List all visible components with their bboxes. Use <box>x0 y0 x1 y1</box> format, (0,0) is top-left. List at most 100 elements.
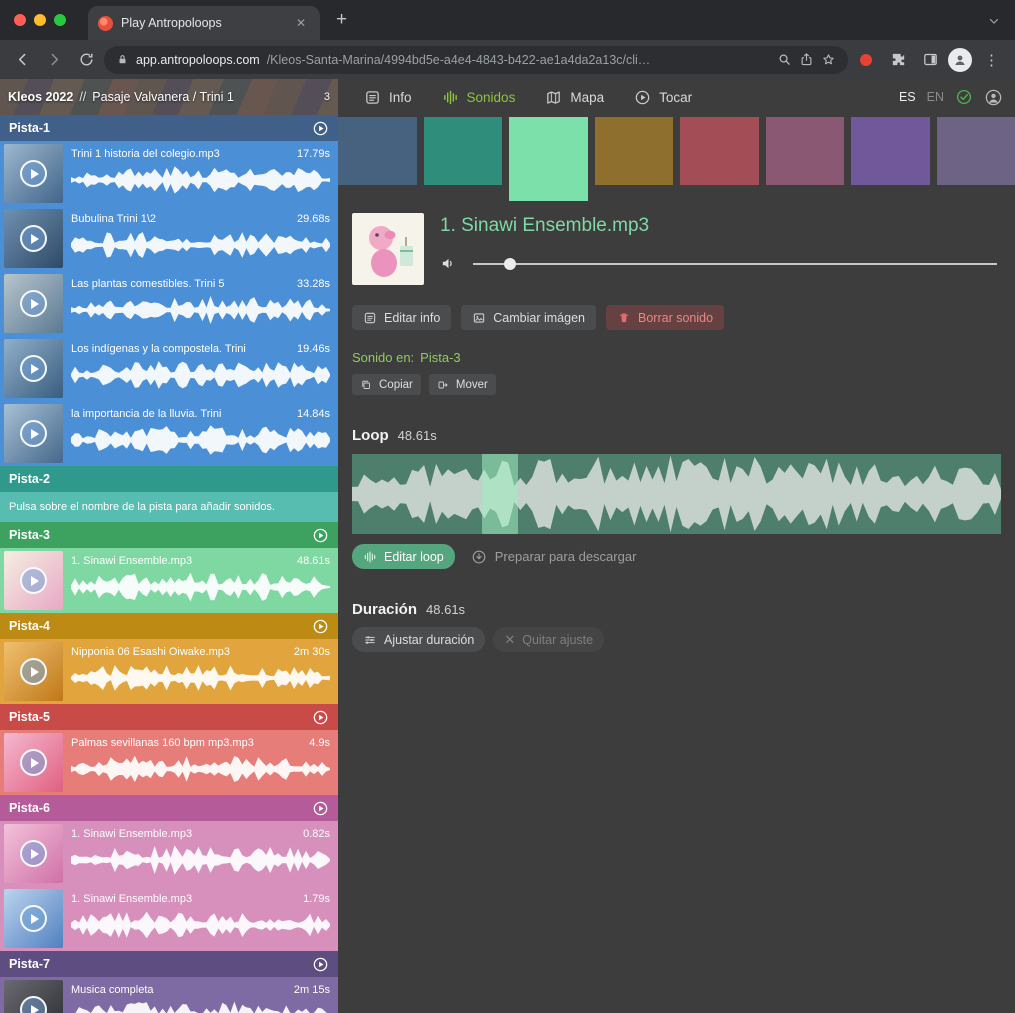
sound-thumbnail[interactable] <box>4 404 63 463</box>
track-play-icon[interactable] <box>312 120 329 137</box>
track-name[interactable]: Pista-3 <box>9 528 50 542</box>
edit-info-button[interactable]: Editar info <box>352 305 451 330</box>
sound-item[interactable]: Trini 1 historia del colegio.mp317.79s <box>0 141 338 206</box>
sound-item[interactable]: 1. Sinawi Ensemble.mp30.82s <box>0 821 338 886</box>
track-header-pista-3[interactable]: Pista-3 <box>0 522 338 548</box>
tab-mapa[interactable]: Mapa <box>545 89 604 106</box>
sound-item[interactable]: la importancia de la lluvia. Trini14.84s <box>0 401 338 466</box>
track-play-icon[interactable] <box>312 800 329 817</box>
play-overlay-icon[interactable] <box>4 274 63 333</box>
sound-thumbnail[interactable] <box>4 339 63 398</box>
palette-swatch-7[interactable] <box>851 117 930 185</box>
track-name[interactable]: Pista-2 <box>9 472 50 486</box>
sound-item[interactable]: 1. Sinawi Ensemble.mp31.79s <box>0 886 338 951</box>
track-play-icon[interactable] <box>312 956 329 973</box>
sound-thumbnail[interactable] <box>4 209 63 268</box>
recording-extension-icon[interactable] <box>860 54 872 66</box>
palette-swatch-8[interactable] <box>937 117 1015 185</box>
sound-name[interactable]: 1. Sinawi Ensemble.mp3 <box>71 828 192 840</box>
sound-name[interactable]: Los indígenas y la compostela. Trini <box>71 343 246 355</box>
track-name[interactable]: Pista-6 <box>9 801 50 815</box>
palette-swatch-1[interactable] <box>338 117 417 185</box>
track-name[interactable]: Pista-7 <box>9 957 50 971</box>
edit-loop-button[interactable]: Editar loop <box>352 544 455 569</box>
forward-button[interactable] <box>40 46 68 74</box>
play-overlay-icon[interactable] <box>4 404 63 463</box>
delete-sound-button[interactable]: Borrar sonido <box>606 305 724 330</box>
track-header-pista-6[interactable]: Pista-6 <box>0 795 338 821</box>
track-name[interactable]: Pista-1 <box>9 121 50 135</box>
sound-thumbnail[interactable] <box>4 733 63 792</box>
sound-name[interactable]: Las plantas comestibles. Trini 5 <box>71 278 224 290</box>
sound-thumbnail[interactable] <box>4 551 63 610</box>
palette-swatch-3[interactable] <box>509 117 588 201</box>
play-overlay-icon[interactable] <box>4 209 63 268</box>
palette-swatch-5[interactable] <box>680 117 759 185</box>
sound-thumbnail[interactable] <box>4 274 63 333</box>
breadcrumb-path[interactable]: Pasaje Valvanera / Trini 1 <box>92 90 234 104</box>
traffic-minimize-button[interactable] <box>34 14 46 26</box>
sound-name[interactable]: Palmas sevillanas 160 bpm mp3.mp3 <box>71 737 254 749</box>
play-overlay-icon[interactable] <box>4 824 63 883</box>
extensions-puzzle-icon[interactable] <box>884 46 912 74</box>
traffic-zoom-button[interactable] <box>54 14 66 26</box>
breadcrumb-project[interactable]: Kleos 2022 <box>8 90 73 104</box>
sound-name[interactable]: la importancia de la lluvia. Trini <box>71 408 221 420</box>
sound-item[interactable]: Musica completa2m 15s <box>0 977 338 1013</box>
sound-thumbnail[interactable] <box>4 642 63 701</box>
traffic-close-button[interactable] <box>14 14 26 26</box>
play-overlay-icon[interactable] <box>4 980 63 1013</box>
lang-es[interactable]: ES <box>899 90 916 104</box>
side-panel-icon[interactable] <box>916 46 944 74</box>
track-header-pista-2[interactable]: Pista-2 <box>0 466 338 492</box>
sound-item[interactable]: Los indígenas y la compostela. Trini19.4… <box>0 336 338 401</box>
remove-adjust-button[interactable]: ✕ Quitar ajuste <box>493 627 604 652</box>
zoom-icon[interactable] <box>777 52 792 67</box>
volume-knob[interactable] <box>504 258 516 270</box>
change-image-button[interactable]: Cambiar imágen <box>461 305 596 330</box>
sound-name[interactable]: 1. Sinawi Ensemble.mp3 <box>71 893 192 905</box>
palette-swatch-6[interactable] <box>766 117 845 185</box>
sound-item[interactable]: Nipponia 06 Esashi Oiwake.mp32m 30s <box>0 639 338 704</box>
track-name[interactable]: Pista-5 <box>9 710 50 724</box>
palette-swatch-2[interactable] <box>424 117 503 185</box>
sound-thumbnail[interactable] <box>4 144 63 203</box>
loop-selection-region[interactable] <box>482 454 518 534</box>
sound-name[interactable]: Musica completa <box>71 984 154 996</box>
play-overlay-icon[interactable] <box>4 889 63 948</box>
volume-slider[interactable] <box>473 263 997 265</box>
tab-info[interactable]: Info <box>364 89 412 106</box>
play-overlay-icon[interactable] <box>4 551 63 610</box>
loop-waveform[interactable] <box>352 454 1001 534</box>
new-tab-button[interactable]: + <box>330 9 353 31</box>
sound-location-track-link[interactable]: Pista-3 <box>420 350 460 365</box>
sound-name[interactable]: 1. Sinawi Ensemble.mp3 <box>71 555 192 567</box>
prepare-download-button[interactable]: Preparar para descargar <box>471 549 637 565</box>
track-header-pista-7[interactable]: Pista-7 <box>0 951 338 977</box>
account-icon[interactable] <box>984 88 1003 107</box>
play-overlay-icon[interactable] <box>4 339 63 398</box>
track-play-icon[interactable] <box>312 709 329 726</box>
browser-tab[interactable]: Play Antropoloops ✕ <box>88 6 320 40</box>
sound-name[interactable]: Trini 1 historia del colegio.mp3 <box>71 148 220 160</box>
sound-item[interactable]: 1. Sinawi Ensemble.mp348.61s <box>0 548 338 613</box>
track-header-pista-1[interactable]: Pista-1 <box>0 115 338 141</box>
palette-swatch-4[interactable] <box>595 117 674 185</box>
sound-name[interactable]: Nipponia 06 Esashi Oiwake.mp3 <box>71 646 230 658</box>
play-overlay-icon[interactable] <box>4 144 63 203</box>
play-overlay-icon[interactable] <box>4 642 63 701</box>
close-tab-icon[interactable]: ✕ <box>292 14 310 32</box>
profile-avatar[interactable] <box>948 48 972 72</box>
sound-thumbnail[interactable] <box>4 980 63 1013</box>
lock-icon[interactable] <box>116 53 129 66</box>
sound-thumbnail[interactable] <box>4 824 63 883</box>
track-header-pista-5[interactable]: Pista-5 <box>0 704 338 730</box>
sound-image[interactable] <box>352 213 424 285</box>
track-name[interactable]: Pista-4 <box>9 619 50 633</box>
speaker-icon[interactable] <box>440 255 457 272</box>
sound-item[interactable]: Palmas sevillanas 160 bpm mp3.mp34.9s <box>0 730 338 795</box>
reload-button[interactable] <box>72 46 100 74</box>
tab-search-chevron-icon[interactable] <box>987 14 1001 28</box>
back-button[interactable] <box>8 46 36 74</box>
track-play-icon[interactable] <box>312 618 329 635</box>
